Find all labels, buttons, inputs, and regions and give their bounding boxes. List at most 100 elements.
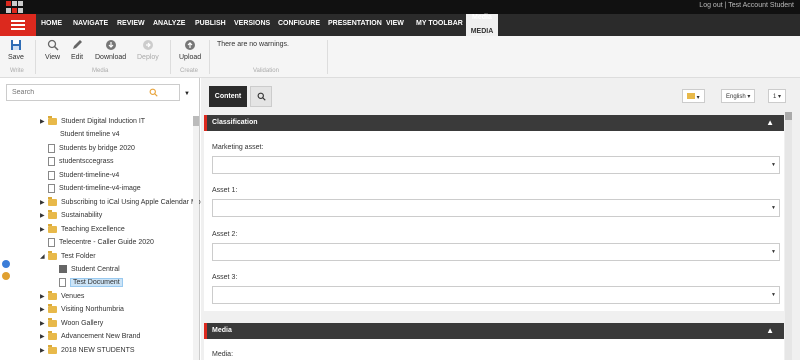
asset-3-label: Asset 3: [212, 274, 238, 281]
edit-button[interactable]: Edit [71, 39, 83, 61]
tree-item[interactable]: Student Central [59, 263, 120, 275]
tree-item[interactable]: ▶ 2018 NEW STUDENTS [40, 344, 135, 356]
section-media-header[interactable]: Media ▲ [204, 323, 784, 339]
menu-icon[interactable] [0, 14, 36, 36]
expanded-arrow-icon[interactable]: ◢ [40, 253, 48, 260]
folder-icon [48, 330, 57, 340]
asset-2-dropdown[interactable]: ▼ [212, 243, 780, 261]
tab-versions[interactable]: VERSIONS [234, 20, 270, 27]
dropdown-caret-icon: ▼ [771, 205, 776, 211]
tree-item[interactable]: Student-timeline-v4 [48, 169, 119, 181]
version-select[interactable]: 1 ▾ [768, 89, 787, 103]
sitecore-logo[interactable] [6, 1, 26, 13]
section-classification-header[interactable]: Classification ▲ [204, 115, 784, 131]
users-icon [2, 272, 10, 280]
dropdown-caret-icon: ▼ [771, 292, 776, 298]
scrollbar-thumb[interactable] [193, 116, 199, 126]
tab-view[interactable]: VIEW [386, 20, 404, 27]
expand-arrow-icon[interactable]: ▶ [40, 226, 48, 233]
asset-1-dropdown[interactable]: ▼ [212, 199, 780, 217]
tree-item-label: Student Central [71, 265, 120, 273]
expand-arrow-icon[interactable]: ▶ [40, 306, 48, 313]
tab-search[interactable] [250, 86, 272, 107]
tab-home[interactable]: HOME [41, 20, 62, 27]
save-options-button[interactable]: ▾ [682, 89, 705, 103]
tab-review[interactable]: REVIEW [117, 20, 145, 27]
asset-3-dropdown[interactable]: ▼ [212, 286, 780, 304]
expand-arrow-icon[interactable]: ▶ [40, 333, 48, 340]
asset-1-label: Asset 1: [212, 187, 238, 194]
folder-icon [48, 115, 57, 125]
deploy-button[interactable]: Deploy [137, 39, 159, 61]
tree-item-label: studentsccegrass [59, 157, 114, 165]
tree-item[interactable]: Student timeline v4 [60, 128, 120, 140]
classification-panel: Marketing asset: ▼ Asset 1: ▼ Asset 2: ▼… [204, 131, 784, 311]
save-button[interactable]: Save [8, 39, 24, 61]
tree-item-label: Test Folder [61, 252, 96, 260]
search-icon[interactable] [149, 88, 158, 97]
editor-scrollbar[interactable] [785, 112, 792, 360]
tree-item-label: Test Document [70, 277, 123, 287]
download-button[interactable]: Download [95, 39, 126, 61]
expand-arrow-icon[interactable]: ▶ [40, 118, 48, 125]
upload-button[interactable]: Upload [179, 39, 201, 61]
image-icon [59, 265, 67, 273]
language-select[interactable]: English ▾ [721, 89, 756, 103]
tree-item-label: Subscribing to iCal Using Apple Calendar… [61, 198, 205, 206]
tree-item-label: Woon Gallery [61, 319, 104, 327]
tree-item[interactable]: Student-timeline-v4-image [48, 182, 141, 194]
tab-configure[interactable]: CONFIGURE [278, 20, 320, 27]
tree-item[interactable]: ▶ Student Digital Induction IT [40, 115, 145, 127]
tree-scrollbar[interactable] [193, 116, 199, 360]
tab-presentation[interactable]: PRESENTATION [328, 20, 382, 27]
folder-icon [48, 344, 57, 354]
tree-item[interactable]: Telecentre - Caller Guide 2020 [48, 236, 154, 248]
tree-item[interactable]: ▶ Woon Gallery [40, 317, 103, 329]
group-create-label: Create [180, 68, 199, 74]
tree-item[interactable]: Test Document [59, 276, 123, 288]
expand-arrow-icon[interactable]: ▶ [40, 293, 48, 300]
save-icon [10, 40, 21, 50]
tab-my-toolbar[interactable]: MY TOOLBAR [416, 20, 463, 27]
tree-search-box [6, 84, 180, 101]
tab-navigate[interactable]: NAVIGATE [73, 20, 108, 27]
tree-item[interactable]: ▶ Venues [40, 290, 84, 302]
content-tree-panel: ▼ ▶ Student Digital Induction IT Student t… [0, 78, 205, 360]
tree-item[interactable]: ▶ Subscribing to iCal Using Apple Calenda… [40, 196, 205, 208]
expand-arrow-icon[interactable]: ▶ [40, 347, 48, 354]
tree-item[interactable]: Students by bridge 2020 [48, 142, 135, 154]
user-info[interactable]: Log out | Test Account Student [699, 2, 794, 9]
scrollbar-thumb[interactable] [785, 112, 792, 120]
tree-item[interactable]: studentsccegrass [48, 155, 113, 167]
tree-item-label: Sustainability [61, 211, 103, 219]
tree-item[interactable]: ▶ Teaching Excellence [40, 223, 125, 235]
tree-item[interactable]: ▶ Sustainability [40, 209, 102, 221]
search-input[interactable] [12, 89, 132, 96]
tree-item-label: Advancement New Brand [61, 332, 141, 340]
collapse-icon[interactable]: ▲ [766, 118, 774, 127]
marketing-asset-dropdown[interactable]: ▼ [212, 156, 780, 174]
tab-content[interactable]: Content [209, 86, 247, 107]
tree-item-label: Student Digital Induction IT [61, 117, 146, 125]
expand-arrow-icon[interactable]: ▶ [40, 320, 48, 327]
collapse-icon[interactable]: ▲ [766, 326, 774, 335]
ribbon-tabs: HOME NAVIGATE REVIEW ANALYZE PUBLISH VER… [0, 14, 800, 36]
folder-icon [48, 196, 57, 206]
expand-arrow-icon[interactable]: ▶ [40, 212, 48, 219]
document-icon [48, 143, 55, 153]
tab-publish[interactable]: PUBLISH [195, 20, 226, 27]
folder-icon [48, 223, 57, 233]
tree-item[interactable]: ▶ Visiting Northumbria [40, 303, 124, 315]
tab-analyze[interactable]: ANALYZE [153, 20, 185, 27]
search-options-dropdown-icon[interactable]: ▼ [184, 91, 190, 97]
tree-item-label: 2018 NEW STUDENTS [61, 346, 135, 354]
expand-arrow-icon[interactable]: ▶ [40, 199, 48, 206]
tree-item[interactable]: ◢ Test Folder [40, 250, 96, 262]
view-button[interactable]: View [45, 39, 60, 61]
tree-item[interactable]: ▶ Advancement New Brand [40, 330, 140, 342]
editor-toolbar: Content ▾ English ▾ 1 ▾ [201, 78, 800, 110]
ribbon-divider [35, 40, 36, 74]
tree-item-label: Telecentre - Caller Guide 2020 [59, 238, 154, 246]
contextual-tab-label: Media [472, 14, 492, 21]
globe-download-icon [105, 40, 116, 50]
